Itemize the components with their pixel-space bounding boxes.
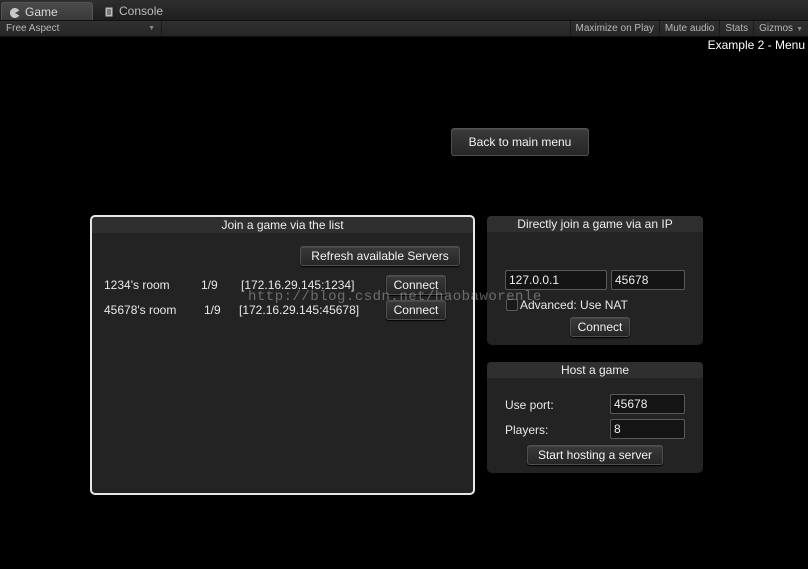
aspect-dropdown[interactable]: Free Aspect ▼ [0, 21, 162, 36]
aspect-label: Free Aspect [6, 23, 60, 34]
stats-toggle[interactable]: Stats [719, 21, 753, 36]
direct-connect-button[interactable]: Connect [570, 317, 630, 337]
ip-port-input[interactable] [611, 270, 685, 290]
tab-game[interactable]: Game [1, 2, 93, 20]
start-hosting-button[interactable]: Start hosting a server [527, 445, 663, 465]
refresh-servers-button[interactable]: Refresh available Servers [300, 246, 460, 266]
room-name: 1234's room [104, 278, 170, 292]
chevron-down-icon: ▼ [796, 26, 803, 33]
join-list-title: Join a game via the list [92, 217, 473, 233]
room-players: 1/9 [204, 303, 221, 317]
tab-game-label: Game [25, 4, 58, 19]
chevron-down-icon: ▼ [148, 25, 155, 32]
use-port-label: Use port: [505, 398, 554, 412]
tab-console[interactable]: Console [96, 2, 186, 20]
mute-audio-toggle[interactable]: Mute audio [658, 21, 719, 36]
editor-tab-bar: Game Console [0, 0, 808, 21]
room-address: [172.16.29.145:45678] [239, 303, 360, 317]
players-label: Players: [505, 423, 549, 437]
watermark-text: http://blog.csdn.net/haobaworenle [248, 289, 542, 305]
game-view-toolbar: Free Aspect ▼ Maximize on Play Mute audi… [0, 21, 808, 37]
ip-address-input[interactable] [505, 270, 607, 290]
max-players-input[interactable] [610, 419, 685, 439]
room-players: 1/9 [201, 278, 218, 292]
pacman-icon [9, 7, 20, 18]
console-icon [104, 6, 114, 17]
host-port-input[interactable] [610, 394, 685, 414]
back-to-main-menu-button[interactable]: Back to main menu [451, 128, 589, 156]
tab-console-label: Console [119, 4, 164, 18]
gizmos-dropdown[interactable]: Gizmos ▼ [753, 21, 808, 36]
scene-title: Example 2 - Menu [707, 38, 805, 52]
toolbar-buttons: Maximize on Play Mute audio Stats Gizmos… [569, 21, 808, 36]
host-game-title: Host a game [487, 362, 703, 378]
maximize-on-play-toggle[interactable]: Maximize on Play [569, 21, 659, 36]
room-name: 45678's room [104, 303, 177, 317]
direct-join-title: Directly join a game via an IP [487, 216, 703, 232]
